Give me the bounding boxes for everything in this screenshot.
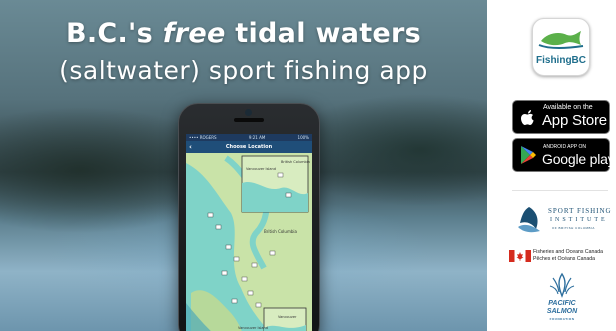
status-bar: •••• ROGERS 9:21 AM 100% [186,134,312,141]
map-area-marker[interactable] [231,298,238,304]
status-carrier: •••• ROGERS [189,135,217,140]
pacific-salmon-foundation-logo[interactable]: PACIFIC SALMON FOUNDATION [537,272,587,328]
fish-logo-icon [538,31,584,50]
map-area-marker[interactable] [241,276,248,282]
apple-icon [521,110,534,125]
google-play-badge[interactable]: ANDROID APP ON Google play [512,138,615,172]
status-time: 9:21 AM [248,135,266,140]
hero-title-suffix: tidal waters [235,18,422,49]
psf-name-line1: PACIFIC [548,300,576,307]
sport-fishing-institute-logo[interactable]: SPORT FISHING INSTITUTE OF BRITISH COLUM… [512,203,612,239]
app-store-badge[interactable]: Available on the App Store [512,100,610,134]
map-label-bc: British Columbia [264,229,298,234]
back-chevron-icon[interactable]: ‹ [189,141,192,153]
map-area-marker[interactable] [247,290,254,296]
map-label-vancouver: Vancouver [278,315,297,319]
app-name: FishingBC [536,55,586,66]
sfi-emblem-icon [518,207,540,233]
dfo-french-name: Pêches et Océans Canada [533,256,596,262]
map-area-marker[interactable] [207,212,214,218]
map-area-marker[interactable] [251,262,258,268]
app-store-big-text: App Store [542,112,607,129]
map-area-marker[interactable] [225,244,232,250]
map-area-marker[interactable] [285,192,292,198]
google-play-icon [521,146,536,164]
salmon-emblem-icon [549,272,575,298]
hero-subtitle: (saltwater) sport fishing app [59,56,428,85]
hero-banner: B.C.'s free tidal waters (saltwater) spo… [0,0,487,331]
nav-title: Choose Location [225,144,273,150]
partners-divider [512,190,608,191]
hero-title: B.C.'s free tidal waters [0,18,487,49]
location-map[interactable]: Vancouver Island British Columbia Britis… [186,153,312,331]
sfi-name-line3: OF BRITISH COLUMBIA [552,226,595,230]
phone-mockup: •••• ROGERS 9:21 AM 100% ‹ Choose Locati… [178,103,320,331]
map-area-marker[interactable] [269,250,276,256]
sfi-name-line1: SPORT FISHING [548,207,612,215]
sfi-name-line2: INSTITUTE [550,217,608,223]
psf-name-line3: FOUNDATION [549,317,575,321]
hero-title-emphasis: free [162,18,226,49]
map-label-island: Vancouver Island [238,326,268,330]
map-area-marker[interactable] [215,224,222,230]
dfo-english-name: Fisheries and Oceans Canada [533,249,604,255]
map-area-marker[interactable] [277,172,284,178]
map-label-inset-bc: British Columbia [281,160,310,164]
google-play-big-text: Google play [542,151,615,167]
map-label-inset-island: Vancouver Island [246,167,276,171]
canada-flag-icon [509,250,531,262]
hero-title-prefix: B.C.'s [65,18,153,49]
phone-camera [245,109,252,116]
map-graphic: Vancouver Island British Columbia Britis… [186,153,312,331]
app-store-small-text: Available on the [543,104,593,111]
phone-speaker [234,118,264,122]
psf-name-line2: SALMON [546,308,578,315]
map-area-marker[interactable] [221,270,228,276]
app-nav-bar: ‹ Choose Location [186,141,312,153]
phone-screen: •••• ROGERS 9:21 AM 100% ‹ Choose Locati… [186,134,312,331]
fisheries-oceans-canada-logo[interactable]: Fisheries and Oceans Canada Pêches et Oc… [507,247,616,265]
map-area-marker[interactable] [255,302,262,308]
map-area-marker[interactable] [233,256,240,262]
fishingbc-app-icon[interactable]: FishingBC [532,18,590,76]
google-play-small-text: ANDROID APP ON [543,144,586,150]
status-battery: 100% [297,135,309,140]
